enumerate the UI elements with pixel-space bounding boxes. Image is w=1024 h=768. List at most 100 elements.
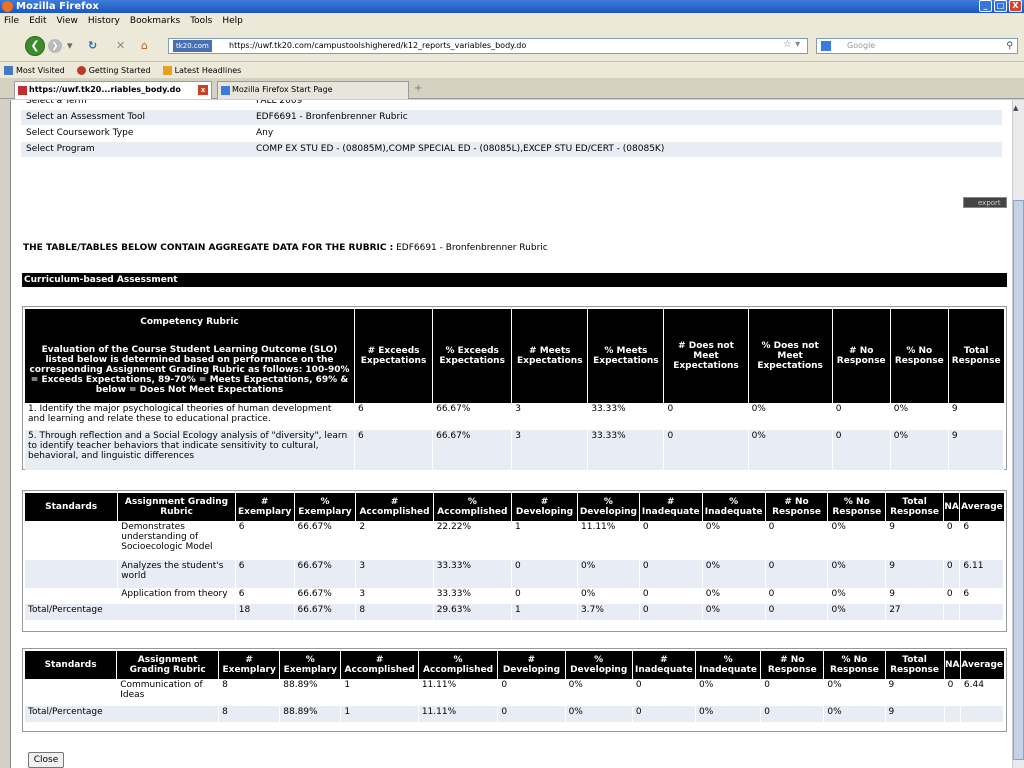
col-standards: Standards	[25, 493, 119, 521]
cell: 0%	[702, 521, 766, 560]
cell: 33.33%	[433, 560, 513, 588]
cell	[960, 706, 1005, 722]
total-row: Total/Percentage 8 88.89% 1 11.11% 0 0% …	[25, 706, 1005, 722]
maximize-button[interactable]: □	[994, 0, 1007, 12]
param-label: Select an Assessment Tool	[21, 109, 251, 126]
magnifier-icon[interactable]: ⚲	[1006, 39, 1013, 53]
cell: 0	[832, 403, 891, 430]
bookmark-latest-headlines[interactable]: Latest Headlines	[162, 65, 241, 75]
col-header: % Inadequate	[695, 651, 762, 679]
col-header: # Inadequate	[632, 651, 696, 679]
tab-report[interactable]: https://uwf.tk20...riables_body.do x	[14, 81, 212, 99]
back-arrow-icon[interactable]: ❮	[25, 36, 45, 56]
cell	[944, 706, 961, 722]
cell: 9	[948, 430, 1005, 470]
cell: 0%	[823, 706, 886, 722]
standards-table-2-box: Standards Assignment Grading Rubric # Ex…	[22, 648, 1007, 732]
param-value: Any	[251, 125, 1002, 142]
menu-tools[interactable]: Tools	[190, 16, 212, 26]
tab-strip: https://uwf.tk20...riables_body.do x Moz…	[0, 78, 1024, 99]
cell: 0	[765, 560, 829, 588]
minimize-button[interactable]: _	[979, 0, 992, 12]
cell: 6.44	[960, 679, 1005, 706]
stop-icon[interactable]: ✕	[116, 39, 125, 53]
reload-icon[interactable]: ↻	[88, 39, 97, 53]
site-identity-badge[interactable]: tk20.com	[173, 40, 212, 52]
menu-history[interactable]: History	[88, 16, 120, 26]
close-window-button[interactable]: X	[1009, 0, 1022, 12]
rubric-criterion: Demonstrates understanding of Socioecolo…	[117, 521, 236, 560]
standards-table-1-box: Standards Assignment Grading Rubric # Ex…	[22, 490, 1007, 632]
headline-prefix: THE TABLE/TABLES BELOW CONTAIN AGGREGATE…	[23, 243, 394, 253]
rubric-criterion: Analyzes the student's world	[117, 560, 236, 588]
param-value: COMP EX STU ED - (08085M),COMP SPECIAL E…	[251, 141, 1002, 158]
col-noresponse-count: # No Response	[832, 309, 891, 403]
total-label: Total/Percentage	[25, 604, 236, 620]
search-engine-icon[interactable]	[821, 41, 831, 51]
bookmark-star-icon[interactable]: ☆ ▾	[783, 39, 800, 50]
forward-arrow-icon[interactable]: ❯	[48, 39, 62, 53]
cell: 29.63%	[433, 604, 513, 620]
col-header: NA	[943, 493, 961, 521]
cell: 0	[639, 604, 703, 620]
total-label: Total/Percentage	[25, 706, 220, 722]
col-header: # No Response	[760, 651, 825, 679]
url-input[interactable]: tk20.com https://uwf.tk20.com/campustool…	[168, 38, 808, 54]
cell: 0%	[748, 430, 833, 470]
cell: 0%	[827, 604, 887, 620]
col-header: % No Response	[827, 493, 887, 521]
col-header: Average	[959, 493, 1004, 521]
col-grading-rubric: Assignment Grading Rubric	[117, 493, 236, 521]
cell: 0	[760, 706, 825, 722]
cell: 6	[959, 588, 1004, 604]
total-row: Total/Percentage 18 66.67% 8 29.63% 1 3.…	[25, 604, 1004, 620]
param-label: Select a Term	[21, 100, 251, 110]
new-tab-icon[interactable]: +	[414, 83, 422, 94]
cell: 0	[663, 403, 749, 430]
menu-bookmarks[interactable]: Bookmarks	[130, 16, 180, 26]
menu-file[interactable]: File	[4, 16, 19, 26]
col-total-response: Total Response	[948, 309, 1004, 403]
home-icon[interactable]: ⌂	[141, 39, 148, 53]
close-button[interactable]: Close	[28, 752, 64, 768]
col-header: % Developing	[565, 651, 633, 679]
scrollbar-thumb[interactable]	[1013, 200, 1024, 760]
cell: 6	[354, 403, 434, 430]
col-meets-pct: % Meets Expectations	[587, 309, 665, 403]
search-input[interactable]: Google ⚲	[816, 38, 1018, 54]
cell: 6	[354, 430, 434, 470]
bookmark-getting-started[interactable]: Getting Started	[76, 65, 151, 75]
cell: 9	[885, 679, 945, 706]
cell: 0%	[827, 560, 887, 588]
cell: 0	[765, 604, 829, 620]
cell: 1	[340, 679, 419, 706]
scroll-up-arrow-icon[interactable]: ▲	[1013, 104, 1018, 112]
bookmark-most-visited[interactable]: Most Visited	[4, 65, 65, 75]
cell: 33.33%	[587, 430, 665, 470]
cell: 0	[497, 706, 566, 722]
cell: 0	[497, 679, 566, 706]
cell: 11.11%	[418, 679, 499, 706]
menu-edit[interactable]: Edit	[29, 16, 46, 26]
bookmarks-toolbar: Most Visited Getting Started Latest Head…	[0, 61, 1024, 78]
menu-view[interactable]: View	[57, 16, 78, 26]
competency-table-box: Competency Rubric Evaluation of the Cour…	[22, 306, 1007, 470]
tab-close-icon[interactable]: x	[198, 85, 208, 95]
col-notmeet-pct: % Does not Meet Expectations	[748, 309, 833, 403]
menu-help[interactable]: Help	[222, 16, 243, 26]
tab-firefox-start[interactable]: Mozilla Firefox Start Page	[217, 81, 409, 99]
cell: 0	[639, 560, 703, 588]
param-label: Select Coursework Type	[21, 125, 251, 142]
cell: 1	[511, 604, 578, 620]
cell: 0	[639, 588, 703, 604]
export-button[interactable]: export	[963, 197, 1007, 208]
history-dropdown-icon[interactable]: ▾	[67, 39, 73, 53]
col-grading-rubric: Assignment Grading Rubric	[116, 651, 220, 679]
firefox-favicon-icon	[221, 86, 230, 95]
rubric-headline: THE TABLE/TABLES BELOW CONTAIN AGGREGATE…	[23, 243, 548, 253]
competency-title: Competency Rubric	[140, 317, 239, 327]
cell: 0%	[565, 679, 633, 706]
menu-bar: File Edit View History Bookmarks Tools H…	[0, 13, 1024, 28]
cell: 0%	[577, 560, 640, 588]
cell: 0%	[695, 679, 762, 706]
